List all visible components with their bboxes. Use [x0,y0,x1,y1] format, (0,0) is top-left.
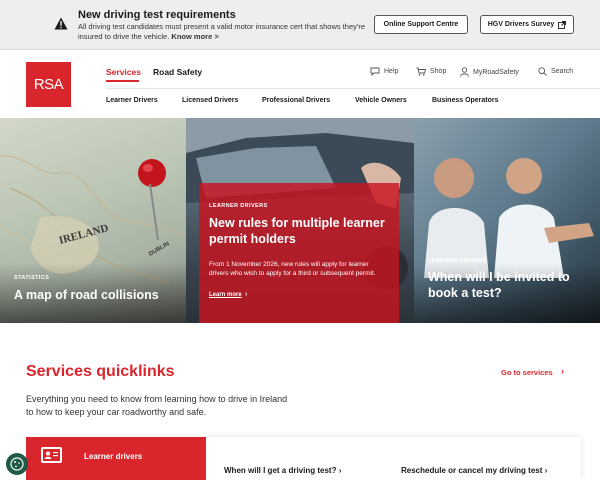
quicklinks-description: Everything you need to know from learnin… [26,394,288,417]
learner-drivers-label: Learner drivers [84,452,143,461]
rsa-logo[interactable]: RSA [26,62,71,107]
hero-2-tag: LEARNER DRIVERS [209,203,268,209]
search-link[interactable]: Search [538,67,573,76]
online-support-label: Online Support Centre [383,21,459,28]
alert-body-text: All driving test candidates must present… [78,22,365,41]
search-label: Search [551,68,574,75]
hero-2-body: From 1 November 2026, new rules will app… [209,261,376,277]
hero-3-title[interactable]: When will I be invited to book a test? [428,269,593,301]
hgv-survey-label: HGV Drivers Survey [487,21,555,28]
hero-2-title[interactable]: New rules for multiple learner permit ho… [209,215,389,247]
go-to-services-link[interactable]: Go to services [501,368,553,377]
learner-drivers-tab[interactable]: Learner drivers [26,437,206,480]
myroadsafety-label: MyRoadSafety [473,68,519,76]
external-link-icon [558,20,567,29]
cookie-icon [10,457,24,471]
user-icon [460,67,469,77]
subnav-licensed-drivers[interactable]: Licensed Drivers [182,97,238,104]
alert-body: All driving test candidates must present… [78,22,368,42]
subnav-learner-drivers[interactable]: Learner Drivers [106,97,158,104]
subnav-professional-drivers[interactable]: Professional Drivers [262,97,330,104]
hgv-drivers-survey-button[interactable]: HGV Drivers Survey [480,15,574,34]
cookie-settings-button[interactable] [6,453,28,475]
chevron-right-icon: › [338,466,342,475]
shop-label: Shop [430,68,447,75]
shop-link[interactable]: Shop [416,67,446,76]
cart-icon [416,67,426,76]
help-link[interactable]: Help [370,67,398,76]
driving-test-when-label: When will I get a driving test? [224,466,337,475]
hero-1-tag: STATISTICS [14,275,50,281]
search-icon [538,67,547,76]
chat-bubble-icon [370,67,380,76]
myroadsafety-link[interactable]: MyRoadSafety [460,67,519,77]
warning-icon [54,17,68,30]
subnav-business-operators[interactable]: Business Operators [432,97,499,104]
subnav-vehicle-owners[interactable]: Vehicle Owners [355,97,407,104]
chevron-right-icon: › [561,366,564,376]
nav-road-safety[interactable]: Road Safety [153,67,202,77]
nav-services[interactable]: Services [106,67,141,77]
quicklinks-title: Services quicklinks [26,363,175,380]
help-label: Help [384,68,399,75]
alert-banner: New driving test requirements All drivin… [0,0,600,50]
chevron-right-icon: › [544,466,548,475]
learn-more-link[interactable]: Learn more [209,292,242,298]
know-more-link[interactable]: Know more > [171,32,218,41]
reschedule-test-link[interactable]: Reschedule or cancel my driving test › [401,466,547,475]
hero-2-card[interactable]: LEARNER DRIVERS New rules for multiple l… [199,183,399,323]
driving-test-when-link[interactable]: When will I get a driving test? › [224,466,341,475]
hero-1-title[interactable]: A map of road collisions [14,287,184,303]
nav-active-indicator [106,80,139,82]
online-support-centre-button[interactable]: Online Support Centre [374,15,468,34]
chevron-right-icon: › [245,291,248,298]
alert-title: New driving test requirements [78,9,236,21]
map-label-dublin: DUBLIN [148,241,171,258]
id-card-icon [41,447,62,463]
hero-3-tag: LEARNER DRIVERS [428,258,487,264]
reschedule-test-label: Reschedule or cancel my driving test [401,466,543,475]
header-divider [106,88,600,89]
logo-text: RSA [33,76,64,93]
